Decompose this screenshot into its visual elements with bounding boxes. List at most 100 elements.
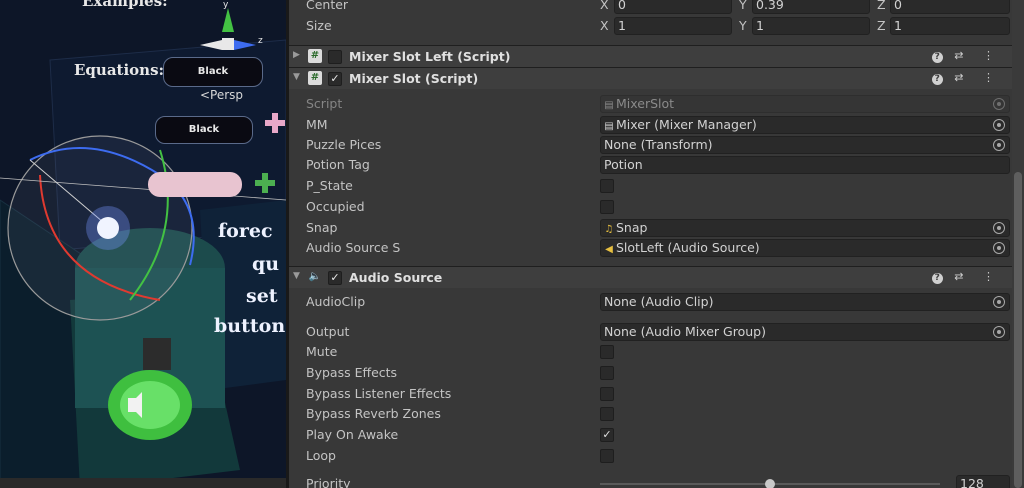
bypass-effects-row: Bypass Effects: [289, 363, 1011, 383]
inspector-panel: Center X 0 Y 0.39 Z 0 Size X 1 Y 1 Z 1 ▶…: [289, 0, 1024, 488]
mixer-slot-left-header[interactable]: ▶ # Mixer Slot Left (Script) ? ⇄ ⋮: [289, 45, 1024, 67]
object-picker-icon[interactable]: [993, 222, 1005, 234]
mixer-slot-left-enabled-checkbox[interactable]: [328, 50, 342, 64]
potion-tag-label: Potion Tag: [306, 157, 370, 172]
size-x-axis: X: [600, 18, 609, 33]
fold-collapsed-icon[interactable]: ▶: [293, 50, 300, 60]
occupied-row: Occupied: [289, 197, 1011, 217]
size-z-field[interactable]: 1: [890, 17, 1010, 35]
bypass-effects-checkbox[interactable]: [600, 366, 614, 380]
p-state-row: P_State: [289, 176, 1011, 196]
kebab-menu-icon[interactable]: ⋮: [983, 49, 1002, 62]
puzzle-pices-label: Puzzle Pices: [306, 137, 382, 152]
board-text-line-1: forec: [218, 220, 273, 242]
size-x-field[interactable]: 1: [614, 17, 732, 35]
priority-value-field[interactable]: 128: [956, 475, 1010, 488]
potion-tag-input[interactable]: Potion: [600, 156, 1010, 174]
presets-icon[interactable]: ⇄: [954, 49, 971, 62]
bypass-reverb-zones-checkbox[interactable]: [600, 407, 614, 421]
help-icon[interactable]: ?: [931, 74, 943, 85]
scene-view[interactable]: Examples: Equations: Black Black <Persp …: [0, 0, 286, 488]
puzzle-pices-field[interactable]: None (Transform): [600, 136, 1010, 154]
occupied-checkbox[interactable]: [600, 200, 614, 214]
p-state-checkbox[interactable]: [600, 179, 614, 193]
board-text-line-4: button: [214, 315, 286, 337]
priority-label: Priority: [306, 476, 351, 488]
occupied-label: Occupied: [306, 199, 365, 214]
mixer-slot-title: Mixer Slot (Script): [349, 71, 479, 86]
object-picker-icon[interactable]: [993, 119, 1005, 131]
script-row: Script ▤ MixerSlot: [289, 94, 1011, 114]
center-row: Center X 0 Y 0.39 Z 0: [289, 0, 1011, 15]
object-picker-icon[interactable]: [993, 242, 1005, 254]
black-button[interactable]: Black: [163, 57, 263, 87]
kebab-menu-icon[interactable]: ⋮: [983, 270, 1002, 283]
priority-slider-handle[interactable]: [765, 479, 775, 488]
loop-row: Loop: [289, 446, 1011, 466]
object-picker-icon[interactable]: [993, 296, 1005, 308]
audio-source-title: Audio Source: [349, 270, 443, 285]
puzzle-pices-value: None (Transform): [604, 137, 713, 152]
audio-clip-label: AudioClip: [306, 294, 366, 309]
play-on-awake-checkbox[interactable]: ✓: [600, 428, 614, 442]
mute-row: Mute: [289, 342, 1011, 362]
play-on-awake-label: Play On Awake: [306, 427, 399, 442]
audio-source-header[interactable]: ▼ 🔈 ✓ Audio Source ? ⇄ ⋮: [289, 266, 1024, 288]
bypass-effects-label: Bypass Effects: [306, 365, 398, 380]
mm-row: MM ▤ Mixer (Mixer Manager): [289, 115, 1011, 135]
audio-source-s-row: Audio Source S ◀ SlotLeft (Audio Source): [289, 238, 1011, 258]
mm-value: Mixer (Mixer Manager): [616, 117, 757, 132]
help-icon[interactable]: ?: [931, 52, 943, 63]
header-buttons: ? ⇄ ⋮: [931, 71, 1002, 85]
mixer-slot-enabled-checkbox[interactable]: ✓: [328, 72, 342, 86]
size-y-field[interactable]: 1: [752, 17, 870, 35]
loop-checkbox[interactable]: [600, 449, 614, 463]
persp-label[interactable]: <Persp: [200, 88, 243, 102]
audio-source-icon: ◀: [605, 244, 613, 255]
equations-label: Equations:: [74, 61, 165, 79]
priority-slider[interactable]: [600, 479, 940, 488]
loop-label: Loop: [306, 448, 336, 463]
center-label: Center: [306, 0, 349, 12]
help-icon[interactable]: ?: [931, 273, 943, 284]
center-x-field[interactable]: 0: [614, 0, 732, 14]
p-state-label: P_State: [306, 178, 353, 193]
center-z-axis: Z: [877, 0, 886, 12]
center-z-field[interactable]: 0: [890, 0, 1010, 14]
script-file-icon: ▤: [604, 121, 614, 132]
snap-value: Snap: [616, 220, 648, 235]
mm-field[interactable]: ▤ Mixer (Mixer Manager): [600, 116, 1010, 134]
kebab-menu-icon[interactable]: ⋮: [983, 71, 1002, 84]
mute-checkbox[interactable]: [600, 345, 614, 359]
size-label: Size: [306, 18, 332, 33]
object-picker-icon[interactable]: [993, 326, 1005, 338]
inspector-scrollbar[interactable]: [1012, 0, 1024, 488]
size-z-axis: Z: [877, 18, 886, 33]
audio-source-s-value: SlotLeft (Audio Source): [616, 240, 760, 255]
gizmo-z-label: z: [258, 36, 263, 46]
audio-source-enabled-checkbox[interactable]: ✓: [328, 271, 342, 285]
object-picker-icon[interactable]: [993, 139, 1005, 151]
gizmo-y-label: y: [223, 0, 229, 10]
audio-clip-value: None (Audio Clip): [604, 294, 714, 309]
bypass-listener-effects-checkbox[interactable]: [600, 387, 614, 401]
audio-source-s-field[interactable]: ◀ SlotLeft (Audio Source): [600, 239, 1010, 257]
script-icon: #: [308, 71, 322, 85]
presets-icon[interactable]: ⇄: [954, 270, 971, 283]
fold-expanded-icon[interactable]: ▼: [293, 271, 300, 281]
center-x-axis: X: [600, 0, 609, 12]
snap-field[interactable]: ♫ Snap: [600, 219, 1010, 237]
size-row: Size X 1 Y 1 Z 1: [289, 16, 1011, 36]
snap-label: Snap: [306, 220, 338, 235]
size-y-axis: Y: [739, 18, 747, 33]
object-picker-icon: [993, 98, 1005, 110]
scrollbar-thumb[interactable]: [1014, 172, 1022, 488]
output-field[interactable]: None (Audio Mixer Group): [600, 323, 1010, 341]
presets-icon[interactable]: ⇄: [954, 71, 971, 84]
mixer-slot-header[interactable]: ▼ # ✓ Mixer Slot (Script) ? ⇄ ⋮: [289, 67, 1024, 89]
board-text-line-3: set: [246, 285, 278, 307]
black-button-secondary[interactable]: Black: [155, 116, 253, 144]
center-y-field[interactable]: 0.39: [752, 0, 870, 14]
fold-expanded-icon[interactable]: ▼: [293, 72, 300, 82]
audio-clip-field[interactable]: None (Audio Clip): [600, 293, 1010, 311]
